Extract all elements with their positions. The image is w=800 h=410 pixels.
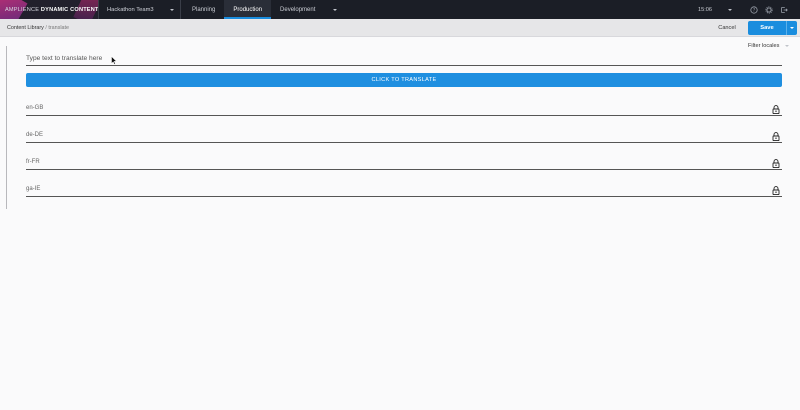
- tab-planning[interactable]: Planning: [183, 0, 224, 19]
- breadcrumb-separator: /: [45, 25, 47, 31]
- tab-production[interactable]: Production: [224, 0, 272, 19]
- top-navigation-bar: AMPLIENCE DYNAMIC CONTENT Hackathon Team…: [0, 0, 800, 19]
- app-logo[interactable]: AMPLIENCE DYNAMIC CONTENT: [0, 0, 99, 19]
- cancel-button[interactable]: Cancel: [711, 22, 743, 34]
- hub-selector[interactable]: Hackathon Team3: [99, 0, 181, 19]
- save-button-group: Save: [748, 21, 797, 35]
- lock-icon[interactable]: [772, 186, 780, 195]
- save-button[interactable]: Save: [748, 21, 786, 35]
- chevron-down-icon: [333, 8, 338, 11]
- top-right-tools: 15:06 ?: [698, 0, 800, 19]
- breadcrumb-current: translate: [48, 25, 70, 31]
- form-left-rule: [6, 46, 7, 209]
- tab-development[interactable]: Development: [271, 0, 346, 19]
- gear-icon[interactable]: [764, 5, 773, 14]
- lock-icon[interactable]: [772, 132, 780, 141]
- breadcrumb: Content Library / translate: [7, 25, 69, 31]
- mouse-pointer-icon: [111, 56, 117, 65]
- content-toolbar: Content Library / translate Cancel Save: [0, 19, 800, 37]
- locale-field-en-gb[interactable]: [26, 104, 782, 116]
- chevron-down-icon: [170, 8, 174, 11]
- logout-icon[interactable]: [779, 5, 788, 14]
- locale-field-ga-ie[interactable]: [26, 185, 782, 197]
- main-nav: Planning Production Development: [183, 0, 346, 19]
- filter-locales-label: Filter locales: [748, 43, 780, 49]
- breadcrumb-content-library[interactable]: Content Library: [7, 25, 44, 31]
- tab-development-label: Development: [280, 6, 316, 13]
- chevron-down-icon[interactable]: [728, 8, 732, 11]
- locale-field-fr-fr[interactable]: [26, 158, 782, 170]
- chevron-down-icon: [785, 45, 790, 47]
- help-icon[interactable]: ?: [749, 5, 758, 14]
- translate-input[interactable]: [26, 55, 782, 66]
- hub-name: Hackathon Team3: [107, 6, 154, 13]
- save-options-button[interactable]: [786, 21, 797, 35]
- lock-icon[interactable]: [772, 105, 780, 114]
- chevron-down-icon: [790, 27, 794, 29]
- locale-field-de-de[interactable]: [26, 131, 782, 143]
- lock-icon[interactable]: [772, 159, 780, 168]
- app-brand-text: AMPLIENCE DYNAMIC CONTENT: [5, 6, 99, 13]
- click-to-translate-button[interactable]: CLICK TO TRANSLATE: [26, 73, 782, 87]
- clock-time: 15:06: [698, 6, 712, 13]
- filter-locales-dropdown[interactable]: Filter locales: [748, 42, 790, 50]
